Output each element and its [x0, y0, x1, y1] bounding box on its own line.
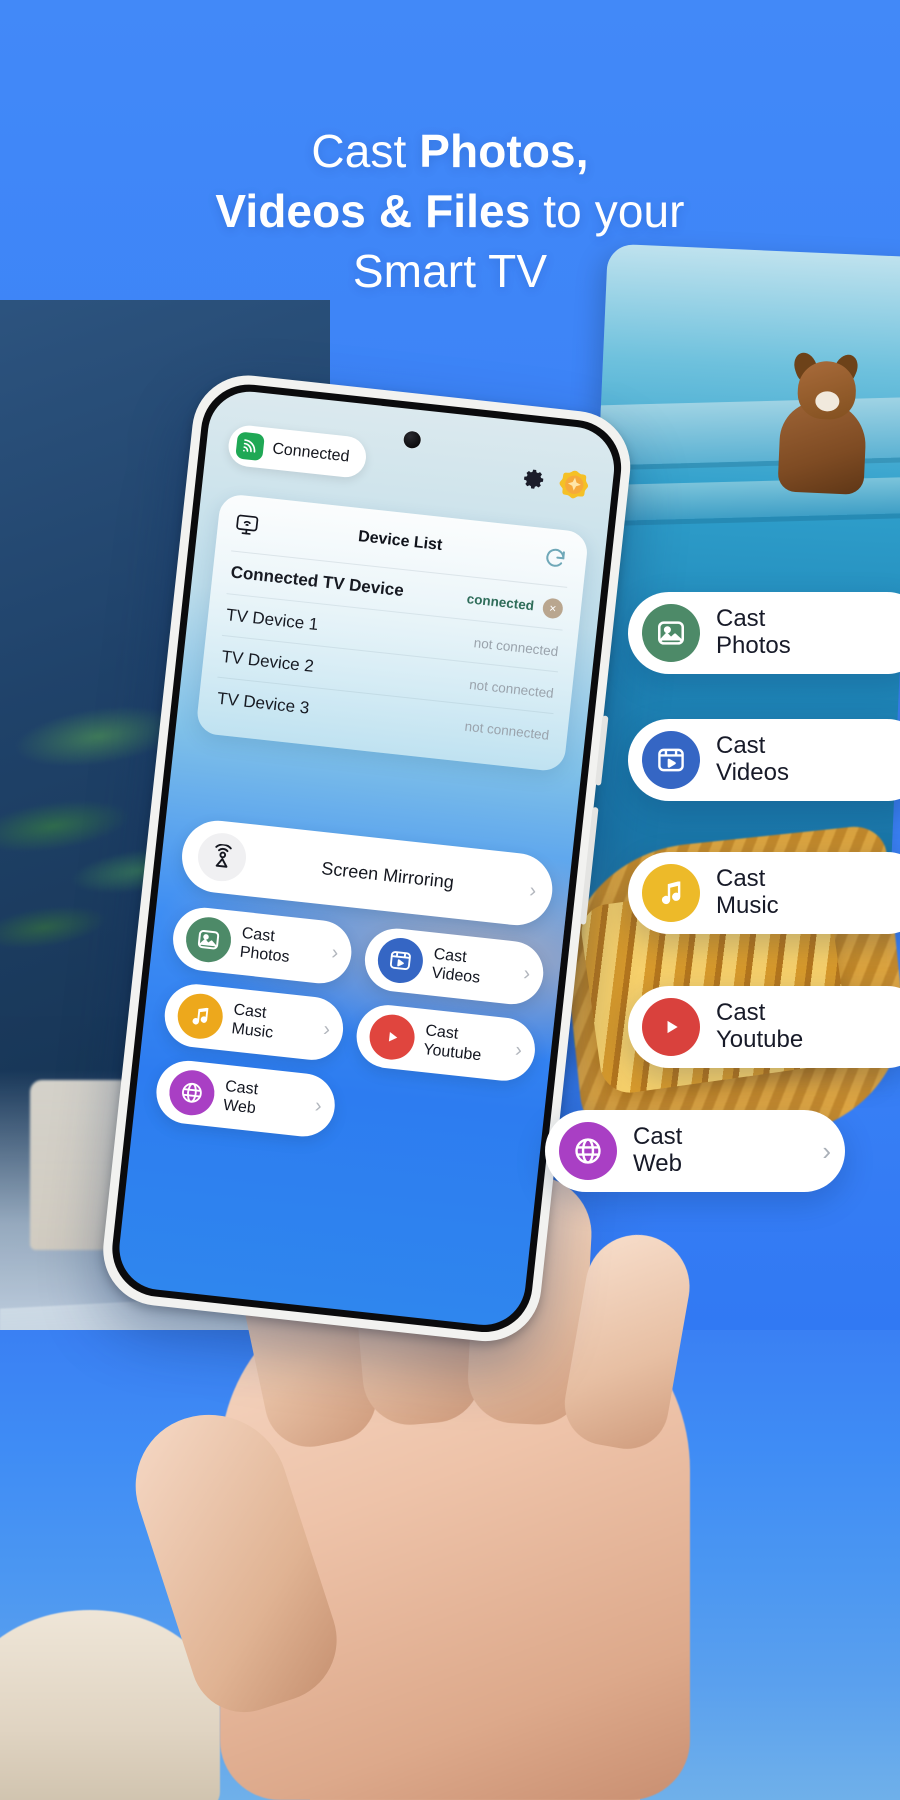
floating-cast-web-card[interactable]: Cast Web ›	[545, 1110, 845, 1192]
screen-mirroring-label: Screen Mirroring	[320, 857, 455, 892]
page-title: Cast Photos, Videos & Files to your Smar…	[0, 122, 900, 301]
status-badge-label: Connected	[271, 439, 351, 466]
dog-illustration	[763, 347, 879, 502]
chevron-right-icon: ›	[322, 1018, 332, 1041]
reward-coin-icon[interactable]	[557, 467, 592, 502]
chevron-right-icon: ›	[313, 1094, 323, 1118]
disconnect-close-icon[interactable]: ×	[541, 596, 564, 619]
cast-videos-button[interactable]: Cast Videos ›	[361, 925, 547, 1008]
cast-youtube-button[interactable]: Cast Youtube ›	[353, 1001, 539, 1084]
device-name: TV Device 1	[225, 604, 320, 634]
cast-photos-button[interactable]: Cast Photos ›	[169, 904, 355, 987]
floating-card-label: Cast Photos	[716, 605, 791, 659]
videos-icon	[375, 935, 426, 986]
web-icon	[167, 1067, 217, 1118]
screen-mirroring-icon	[195, 830, 249, 884]
youtube-icon	[642, 998, 700, 1056]
floating-card-label: Cast Videos	[716, 732, 789, 786]
cast-youtube-label: Cast Youtube	[422, 1022, 483, 1064]
cast-icon	[235, 431, 265, 462]
headline-line-1: Cast Photos,	[311, 125, 589, 177]
chevron-right-icon: ›	[528, 879, 538, 902]
device-status: not connected	[473, 634, 560, 659]
phone-mockup: Connected Device List Connected TV Devic…	[8, 351, 672, 1396]
floating-cast-youtube-card[interactable]: Cast Youtube ›	[628, 986, 900, 1068]
chevron-right-icon: ›	[822, 1135, 831, 1166]
phone-top-icons	[519, 463, 592, 502]
front-camera-icon	[402, 430, 422, 450]
cast-music-label: Cast Music	[230, 1001, 275, 1042]
device-list-card: Device List Connected TV Device connecte…	[195, 492, 590, 773]
cast-music-button[interactable]: Cast Music ›	[161, 981, 347, 1064]
device-name: Connected TV Device	[229, 562, 405, 601]
chevron-right-icon: ›	[522, 962, 532, 986]
cast-actions-grid: Cast Photos › Cast Videos › Cast Music ›…	[153, 904, 547, 1161]
device-name: TV Device 2	[220, 646, 315, 676]
music-icon	[642, 864, 700, 922]
floating-cast-videos-card[interactable]: Cast Videos ›	[628, 719, 900, 801]
headline-line-2: Videos & Files to your	[215, 184, 685, 237]
floating-card-label: Cast Music	[716, 865, 779, 919]
videos-icon	[642, 731, 700, 789]
cast-photos-label: Cast Photos	[239, 925, 291, 966]
floating-card-label: Cast Web	[633, 1123, 683, 1177]
music-icon	[175, 991, 226, 1042]
chevron-right-icon: ›	[514, 1039, 524, 1062]
youtube-icon	[367, 1012, 417, 1062]
photos-icon	[642, 604, 700, 662]
device-list-title: Device List	[357, 528, 444, 555]
floating-cast-photos-card[interactable]: Cast Photos ›	[628, 592, 900, 674]
headline-line-3: Smart TV	[352, 244, 548, 297]
floating-cast-music-card[interactable]: Cast Music ›	[628, 852, 900, 934]
device-list-rows: Connected TV Device connected × TV Devic…	[213, 551, 568, 754]
device-status: not connected	[468, 676, 555, 701]
phone-screen: Connected Device List Connected TV Devic…	[115, 387, 619, 1330]
cast-web-label: Cast Web	[222, 1078, 259, 1117]
chevron-right-icon: ›	[330, 941, 340, 965]
cast-web-button[interactable]: Cast Web ›	[153, 1057, 338, 1140]
tv-wifi-icon	[233, 511, 262, 540]
status-badge-connected[interactable]: Connected	[226, 423, 369, 480]
device-status: not connected	[464, 718, 550, 743]
web-icon	[559, 1122, 617, 1180]
phone-actions: Screen Mirroring › Cast Photos › Cast Vi…	[153, 817, 556, 1160]
refresh-icon[interactable]	[539, 542, 572, 575]
device-name: TV Device 3	[216, 688, 311, 718]
floating-card-label: Cast Youtube	[716, 999, 804, 1053]
photos-icon	[183, 914, 234, 965]
device-status: connected	[466, 591, 535, 614]
cast-videos-label: Cast Videos	[430, 945, 482, 987]
settings-gear-icon[interactable]	[519, 466, 548, 495]
